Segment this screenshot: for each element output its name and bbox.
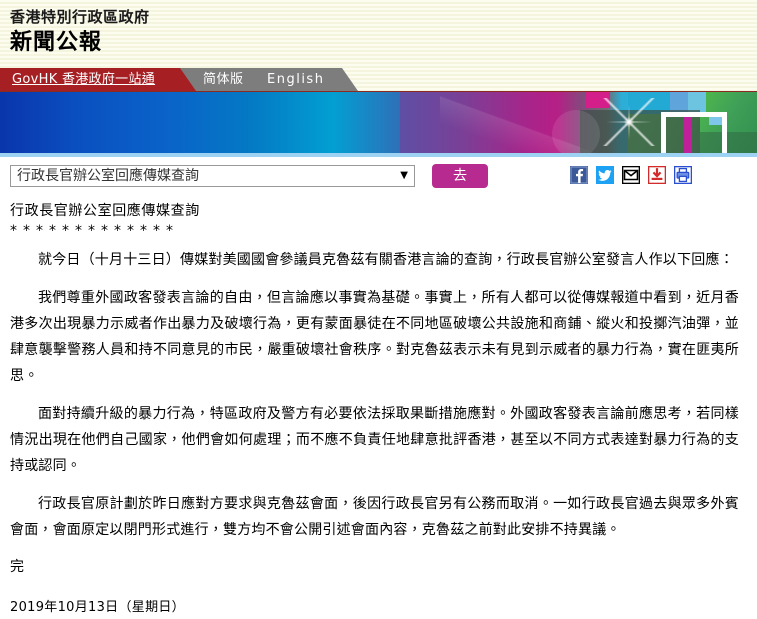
banner-sparkle-rays-icon bbox=[600, 98, 658, 146]
banner-pink-bar bbox=[684, 117, 692, 157]
article-paragraph: 我們尊重外國政客發表言論的自由，但言論應以事實為基礎。事實上，所有人都可以從傳媒… bbox=[10, 285, 743, 389]
press-release-body: 行政長官辦公室回應傳媒查詢 ************* 就今日（十月十三日）傳媒… bbox=[0, 195, 757, 619]
article-separator: ************* bbox=[10, 221, 743, 241]
banner-circle-shape bbox=[552, 110, 600, 157]
facebook-icon[interactable] bbox=[570, 166, 588, 184]
decorative-banner bbox=[0, 91, 757, 157]
email-icon[interactable] bbox=[622, 166, 640, 184]
nav-link-govhk[interactable]: GovHK 香港政府一站通 bbox=[12, 68, 155, 91]
topic-select-value: 行政長官辦公室回應傳媒查詢 bbox=[17, 168, 199, 184]
top-navigation-bar: GovHK 香港政府一站通 简体版 English bbox=[0, 68, 757, 91]
site-header: 香港特別行政區政府 新聞公報 bbox=[0, 0, 757, 68]
social-share-bar bbox=[570, 166, 692, 184]
article-paragraph: 就今日（十月十三日）傳媒對美國國會參議員克魯茲有關香港言論的查詢，行政長官辦公室… bbox=[10, 247, 743, 273]
go-button[interactable]: 去 bbox=[432, 164, 488, 188]
download-icon[interactable] bbox=[648, 166, 666, 184]
publish-date: 2019年10月13日（星期日） bbox=[10, 597, 743, 619]
article-title: 行政長官辦公室回應傳媒查詢 bbox=[10, 201, 743, 221]
twitter-icon[interactable] bbox=[596, 166, 614, 184]
nav-link-english[interactable]: English bbox=[267, 68, 324, 91]
chevron-down-icon: ▼ bbox=[400, 166, 408, 186]
government-name: 香港特別行政區政府 bbox=[10, 7, 757, 27]
print-icon[interactable] bbox=[674, 166, 692, 184]
nav-link-simplified-chinese[interactable]: 简体版 bbox=[203, 68, 244, 91]
article-paragraph: 行政長官原計劃於昨日應對方要求與克魯茲會面，後因行政長官另有公務而取消。一如行政… bbox=[10, 491, 743, 543]
topic-select[interactable]: 行政長官辦公室回應傳媒查詢 ▼ bbox=[10, 165, 415, 187]
article-paragraph: 面對持續升級的暴力行為，特區政府及警方有必要依法採取果斷措施應對。外國政客發表言… bbox=[10, 401, 743, 479]
article-toolbar: 行政長官辦公室回應傳媒查詢 ▼ 去 bbox=[0, 157, 757, 195]
page-title: 新聞公報 bbox=[10, 28, 757, 58]
banner-small-blue-square bbox=[709, 117, 722, 125]
article-end-mark: 完 bbox=[10, 555, 743, 579]
